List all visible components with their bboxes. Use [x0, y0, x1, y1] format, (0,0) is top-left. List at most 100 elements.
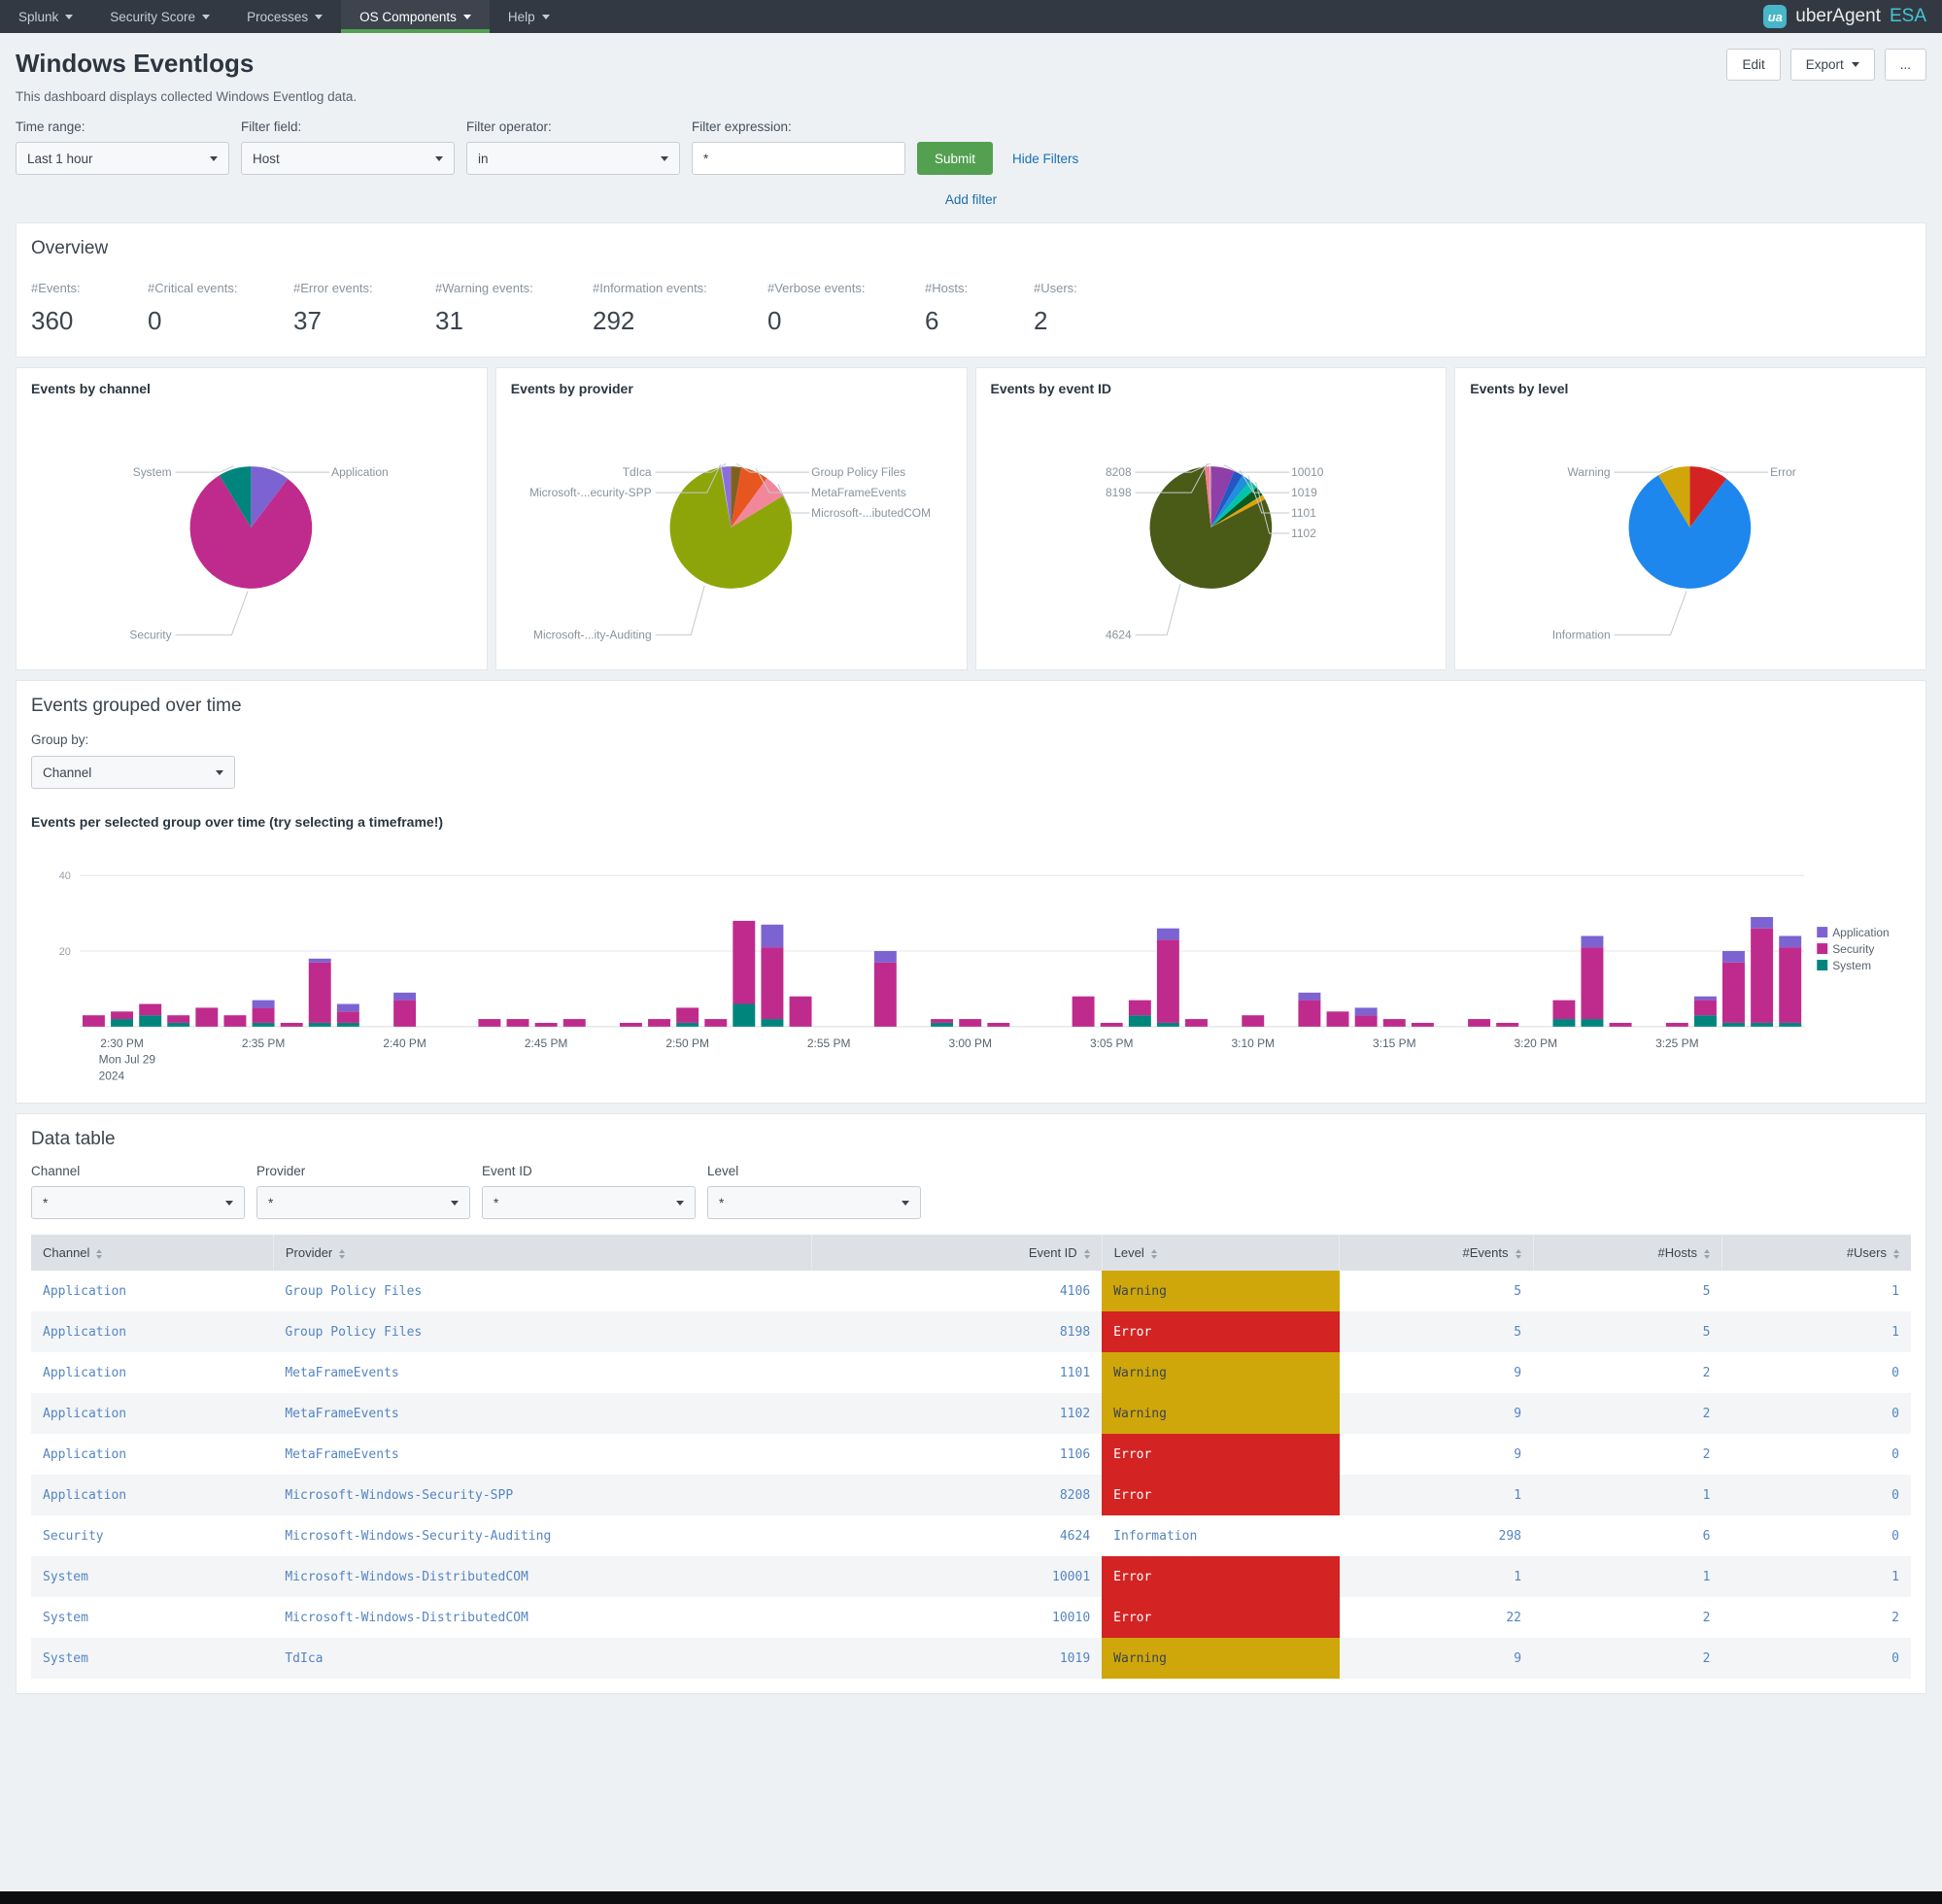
table-row[interactable]: SystemMicrosoft-Windows-DistributedCOM10… — [31, 1556, 1911, 1597]
nav-item-security-score[interactable]: Security Score — [91, 0, 228, 33]
table-row[interactable]: ApplicationGroup Policy Files8198Error55… — [31, 1311, 1911, 1352]
bar-segment-System[interactable] — [1722, 1023, 1745, 1027]
bar-segment-System[interactable] — [1694, 1015, 1717, 1027]
bar-segment-System[interactable] — [761, 1019, 783, 1027]
bar-segment-Security[interactable] — [1298, 1001, 1320, 1027]
column-header-level[interactable]: Level — [1102, 1235, 1339, 1271]
bar-segment-System[interactable] — [1157, 1023, 1179, 1027]
table-filter-dropdown[interactable]: * — [31, 1186, 245, 1219]
bar-segment-System[interactable] — [1129, 1015, 1151, 1027]
bar-segment-Security[interactable] — [1157, 939, 1179, 1023]
bar-segment-Security[interactable] — [1101, 1023, 1123, 1027]
table-row[interactable]: ApplicationMetaFrameEvents1102Warning920 — [31, 1393, 1911, 1434]
bar-segment-Security[interactable] — [1327, 1011, 1349, 1027]
bar-segment-System[interactable] — [1779, 1023, 1801, 1027]
nav-item-splunk[interactable]: Splunk — [0, 0, 91, 33]
bar-segment-Security[interactable] — [1581, 947, 1603, 1019]
table-row[interactable]: ApplicationMetaFrameEvents1106Error920 — [31, 1434, 1911, 1475]
brand-logo[interactable]: ua uberAgent ESA — [1763, 0, 1942, 33]
bar-segment-Application[interactable] — [1694, 997, 1717, 1001]
bar-segment-Security[interactable] — [761, 947, 783, 1019]
bar-segment-System[interactable] — [1552, 1019, 1575, 1027]
bar-segment-Security[interactable] — [1722, 963, 1745, 1023]
bar-segment-Security[interactable] — [478, 1019, 500, 1027]
table-filter-dropdown[interactable]: * — [482, 1186, 696, 1219]
bar-segment-Security[interactable] — [1355, 1015, 1378, 1027]
bar-segment-Security[interactable] — [393, 1001, 416, 1027]
bar-segment-Security[interactable] — [931, 1019, 953, 1023]
column-header-eventid[interactable]: Event ID — [811, 1235, 1102, 1271]
nav-item-os-components[interactable]: OS Components — [341, 0, 490, 33]
bar-segment-Application[interactable] — [337, 1003, 359, 1011]
bar-segment-Application[interactable] — [309, 959, 331, 963]
nav-item-processes[interactable]: Processes — [228, 0, 341, 33]
bar-segment-Security[interactable] — [874, 963, 897, 1027]
bar-segment-Security[interactable] — [1610, 1023, 1632, 1027]
bar-segment-Security[interactable] — [195, 1007, 218, 1026]
bar-segment-Security[interactable] — [309, 963, 331, 1023]
bar-segment-System[interactable] — [111, 1019, 133, 1027]
table-row[interactable]: SystemTdIca1019Warning920 — [31, 1638, 1911, 1679]
bar-segment-Security[interactable] — [1412, 1023, 1434, 1027]
bar-segment-Security[interactable] — [507, 1019, 529, 1027]
table-row[interactable]: ApplicationMicrosoft-Windows-Security-SP… — [31, 1475, 1911, 1515]
legend-label[interactable]: Application — [1832, 926, 1889, 939]
bar-segment-Security[interactable] — [1185, 1019, 1208, 1027]
bar-segment-System[interactable] — [1581, 1019, 1603, 1027]
table-row[interactable]: ApplicationMetaFrameEvents1101Warning920 — [31, 1352, 1911, 1393]
bar-segment-Security[interactable] — [1496, 1023, 1518, 1027]
add-filter-link[interactable]: Add filter — [945, 192, 997, 207]
table-row[interactable]: ApplicationGroup Policy Files4106Warning… — [31, 1271, 1911, 1311]
bar-segment-System[interactable] — [139, 1015, 161, 1027]
column-header-users[interactable]: #Users — [1721, 1235, 1911, 1271]
filter-field-dropdown[interactable]: Host — [241, 142, 455, 175]
group-by-dropdown[interactable]: Channel — [31, 756, 235, 789]
bar-segment-Application[interactable] — [1751, 917, 1773, 929]
bar-segment-Security[interactable] — [281, 1023, 303, 1027]
legend-label[interactable]: System — [1832, 959, 1871, 972]
bar-segment-Application[interactable] — [1581, 935, 1603, 947]
bar-segment-Security[interactable] — [1073, 997, 1095, 1027]
bar-segment-System[interactable] — [676, 1023, 698, 1027]
bar-segment-System[interactable] — [1751, 1023, 1773, 1027]
bar-segment-Security[interactable] — [1468, 1019, 1490, 1027]
bar-segment-Security[interactable] — [1694, 1001, 1717, 1016]
filter-operator-dropdown[interactable]: in — [466, 142, 680, 175]
submit-button[interactable]: Submit — [917, 142, 993, 175]
bar-segment-Application[interactable] — [1157, 929, 1179, 940]
bar-segment-Application[interactable] — [761, 925, 783, 947]
table-row[interactable]: SecurityMicrosoft-Windows-Security-Audit… — [31, 1515, 1911, 1556]
bar-segment-Security[interactable] — [1383, 1019, 1406, 1027]
bar-segment-Security[interactable] — [337, 1011, 359, 1023]
bar-segment-Security[interactable] — [959, 1019, 981, 1027]
table-row[interactable]: SystemMicrosoft-Windows-DistributedCOM10… — [31, 1597, 1911, 1638]
bar-segment-Security[interactable] — [733, 921, 755, 1004]
bar-segment-Security[interactable] — [704, 1019, 727, 1027]
column-header-hosts[interactable]: #Hosts — [1533, 1235, 1721, 1271]
bar-segment-Security[interactable] — [1552, 1001, 1575, 1019]
edit-button[interactable]: Edit — [1726, 49, 1780, 81]
bar-segment-Security[interactable] — [648, 1019, 670, 1027]
bar-segment-Security[interactable] — [1666, 1023, 1688, 1027]
bar-segment-Security[interactable] — [1751, 929, 1773, 1023]
bar-segment-Security[interactable] — [83, 1015, 105, 1027]
bar-segment-Security[interactable] — [1242, 1015, 1264, 1027]
bar-segment-Security[interactable] — [790, 997, 812, 1027]
bar-segment-Security[interactable] — [620, 1023, 642, 1027]
bar-segment-Application[interactable] — [1355, 1007, 1378, 1015]
bar-segment-Application[interactable] — [1298, 993, 1320, 1001]
bar-segment-Application[interactable] — [253, 1001, 275, 1008]
bar-segment-Security[interactable] — [535, 1023, 558, 1027]
bar-segment-Security[interactable] — [987, 1023, 1009, 1027]
bar-segment-Security[interactable] — [111, 1011, 133, 1019]
bar-segment-Application[interactable] — [1722, 951, 1745, 963]
time-range-dropdown[interactable]: Last 1 hour — [16, 142, 229, 175]
bar-segment-Application[interactable] — [1779, 935, 1801, 947]
bar-segment-System[interactable] — [309, 1023, 331, 1027]
bar-segment-Security[interactable] — [167, 1015, 189, 1023]
legend-label[interactable]: Security — [1832, 942, 1874, 956]
bar-segment-Application[interactable] — [874, 951, 897, 963]
bar-segment-Security[interactable] — [223, 1015, 246, 1027]
table-filter-dropdown[interactable]: * — [707, 1186, 921, 1219]
export-button[interactable]: Export — [1790, 49, 1875, 81]
